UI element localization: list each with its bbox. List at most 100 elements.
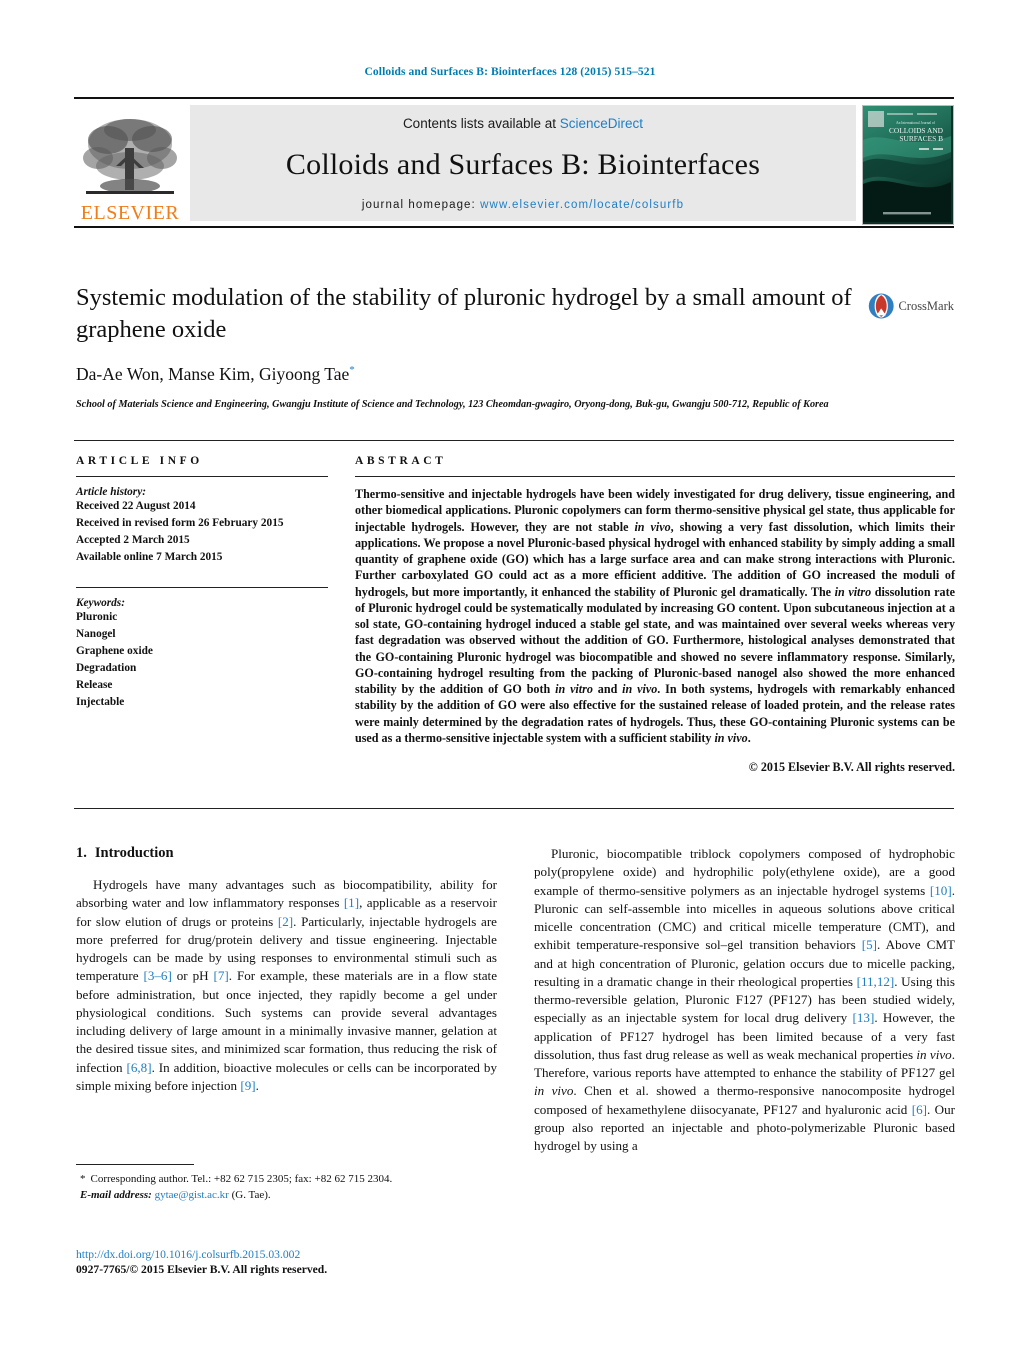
section-heading-introduction: 1. Introduction: [76, 845, 497, 862]
keywords-list: Pluronic Nanogel Graphene oxide Degradat…: [76, 609, 328, 712]
intro-paragraph-right: Pluronic, biocompatible triblock copolym…: [534, 845, 955, 1156]
svg-text:An International Journal of: An International Journal of: [896, 121, 936, 125]
text-italic: in vivo: [534, 1083, 574, 1099]
keywords-rule: [76, 586, 328, 588]
journal-cover-thumbnail: An International Journal of COLLOIDS AND…: [862, 105, 954, 225]
journal-homepage-line: journal homepage: www.elsevier.com/locat…: [190, 199, 856, 211]
corresponding-author-footnote: * Corresponding author. Tel.: +82 62 715 …: [76, 1164, 497, 1204]
abstract-italic: in vitro: [834, 584, 872, 599]
info-abstract-row: ARTICLE INFO Article history: Received 2…: [76, 455, 956, 775]
keyword-item: Pluronic: [76, 610, 118, 623]
citation-ref[interactable]: [6]: [912, 1102, 927, 1117]
article-info-heading: ARTICLE INFO: [76, 455, 203, 467]
intro-paragraph-left: Hydrogels have many advantages such as b…: [76, 876, 497, 1095]
contents-available-line: Contents lists available at ScienceDirec…: [190, 116, 856, 131]
citation-ref[interactable]: [2]: [278, 914, 293, 929]
abstract-copyright: © 2015 Elsevier B.V. All rights reserved…: [748, 760, 955, 775]
abstract-italic: in vitro: [555, 682, 593, 697]
homepage-url-link[interactable]: www.elsevier.com/locate/colsurfb: [480, 199, 684, 211]
citation-ref[interactable]: [3–6]: [143, 968, 171, 983]
text-seg: .: [255, 1077, 259, 1093]
email-link[interactable]: gytae@gist.ac.kr: [155, 1189, 229, 1201]
footnote-rule: [76, 1164, 194, 1165]
email-label: E-mail address:: [80, 1188, 152, 1201]
running-head: Colloids and Surfaces B: Biointerfaces 1…: [364, 66, 656, 78]
journal-cover-art: An International Journal of COLLOIDS AND…: [863, 106, 951, 222]
history-item: Received 22 August 2014: [76, 500, 196, 512]
text-seg: Pluronic, biocompatible triblock copolym…: [534, 846, 955, 898]
abstract-seg: and: [592, 682, 623, 697]
keywords-block: Keywords: Pluronic Nanogel Graphene oxid…: [76, 586, 328, 712]
article-history-label: Article history:: [76, 486, 146, 498]
keyword-item: Nanogel: [76, 627, 116, 640]
masthead-bottom-rule: [74, 226, 954, 228]
section-number: 1.: [76, 845, 87, 861]
body-column-right: Pluronic, biocompatible triblock copolym…: [534, 845, 955, 1156]
crossmark-label: CrossMark: [898, 298, 954, 313]
abstract-seg: .: [747, 730, 751, 745]
citation-ref[interactable]: [13]: [852, 1010, 874, 1025]
keyword-item: Injectable: [76, 696, 125, 709]
author-names: Da-Ae Won, Manse Kim, Giyoong Tae: [76, 363, 350, 384]
citation-ref[interactable]: [5]: [862, 937, 877, 952]
journal-masthead: ELSEVIER Contents lists available at Sci…: [74, 97, 954, 225]
citation-ref[interactable]: [1]: [344, 895, 359, 910]
body-columns: 1. Introduction Hydrogels have many advan…: [76, 845, 956, 1156]
abstract-italic: in vivo: [714, 730, 748, 745]
elsevier-tree-icon: [83, 119, 177, 194]
abstract-rule: [355, 476, 955, 477]
footnote-text: Corresponding author. Tel.: +82 62 715 2…: [90, 1173, 393, 1185]
crossmark-badge[interactable]: CrossMark: [868, 286, 954, 326]
citation-ref[interactable]: [11,12]: [857, 974, 895, 989]
article-info-rule: [76, 476, 328, 477]
text-italic: in vivo: [916, 1046, 952, 1062]
crossmark-icon: [868, 293, 894, 319]
journal-band: Contents lists available at ScienceDirec…: [190, 105, 856, 221]
affiliation: School of Materials Science and Engineer…: [76, 398, 829, 410]
author-list: Da-Ae Won, Manse Kim, Giyoong Tae*: [76, 364, 866, 385]
keyword-item: Degradation: [76, 662, 137, 675]
history-item: Received in revised form 26 February 201…: [76, 517, 284, 530]
homepage-label: journal homepage:: [361, 199, 476, 211]
abstract-italic: in vivo: [622, 682, 658, 697]
history-item: Accepted 2 March 2015: [76, 534, 190, 547]
text-seg: . Chen et al. showed a thermo-responsive…: [534, 1083, 955, 1117]
journal-title: Colloids and Surfaces B: Biointerfaces: [285, 148, 761, 181]
article-info-column: ARTICLE INFO Article history: Received 2…: [76, 455, 328, 775]
footnote-corresponding-line: * Corresponding author. Tel.: +82 62 715 …: [76, 1172, 497, 1188]
journal-article-first-page: Colloids and Surfaces B: Biointerfaces 1…: [0, 0, 1020, 1351]
abstract-column: ABSTRACT Thermo-sensitive and injectable…: [355, 455, 955, 775]
email-suffix: (G. Tae).: [231, 1188, 271, 1201]
corresponding-author-marker: *: [349, 363, 355, 376]
abstract-body: Thermo-sensitive and injectable hydrogel…: [355, 486, 955, 746]
svg-text:SURFACES B: SURFACES B: [899, 134, 943, 143]
article-history-list: Received 22 August 2014 Received in revi…: [76, 498, 328, 567]
text-seg: or pH: [171, 968, 214, 984]
abstract-heading: ABSTRACT: [355, 455, 447, 467]
citation-ref[interactable]: [9]: [240, 1078, 255, 1093]
contents-prefix: Contents lists available at: [402, 116, 560, 131]
citation-ref[interactable]: [10]: [930, 883, 952, 898]
footnote-star: *: [80, 1173, 86, 1185]
sciencedirect-link[interactable]: ScienceDirect: [560, 116, 643, 131]
info-top-rule: [74, 440, 954, 441]
citation-ref[interactable]: [7]: [214, 968, 229, 983]
elsevier-logo: ELSEVIER: [74, 105, 186, 225]
body-column-left: 1. Introduction Hydrogels have many advan…: [76, 845, 497, 1156]
citation-ref[interactable]: [6,8]: [126, 1060, 151, 1075]
abstract-italic: in vivo: [634, 519, 671, 534]
info-bottom-rule: [74, 808, 954, 809]
abstract-seg: dissolution rate of Pluronic hydrogel co…: [355, 584, 955, 697]
section-title: Introduction: [94, 845, 174, 861]
page-title: Systemic modulation of the stability of …: [76, 284, 852, 344]
doi-link[interactable]: http://dx.doi.org/10.1016/j.colsurfb.201…: [76, 1248, 576, 1261]
footnote-email-line: E-mail address: gytae@gist.ac.kr (G. Tae…: [76, 1188, 497, 1204]
history-item: Available online 7 March 2015: [76, 551, 223, 564]
keyword-item: Release: [76, 679, 113, 692]
keyword-item: Graphene oxide: [76, 644, 153, 657]
keywords-label: Keywords:: [76, 596, 125, 609]
issn-copyright-line: 0927-7765/© 2015 Elsevier B.V. All right…: [76, 1263, 328, 1276]
elsevier-wordmark: ELSEVIER: [80, 202, 180, 224]
doi-block: http://dx.doi.org/10.1016/j.colsurfb.201…: [76, 1248, 576, 1276]
title-block: Systemic modulation of the stability of …: [76, 282, 866, 412]
